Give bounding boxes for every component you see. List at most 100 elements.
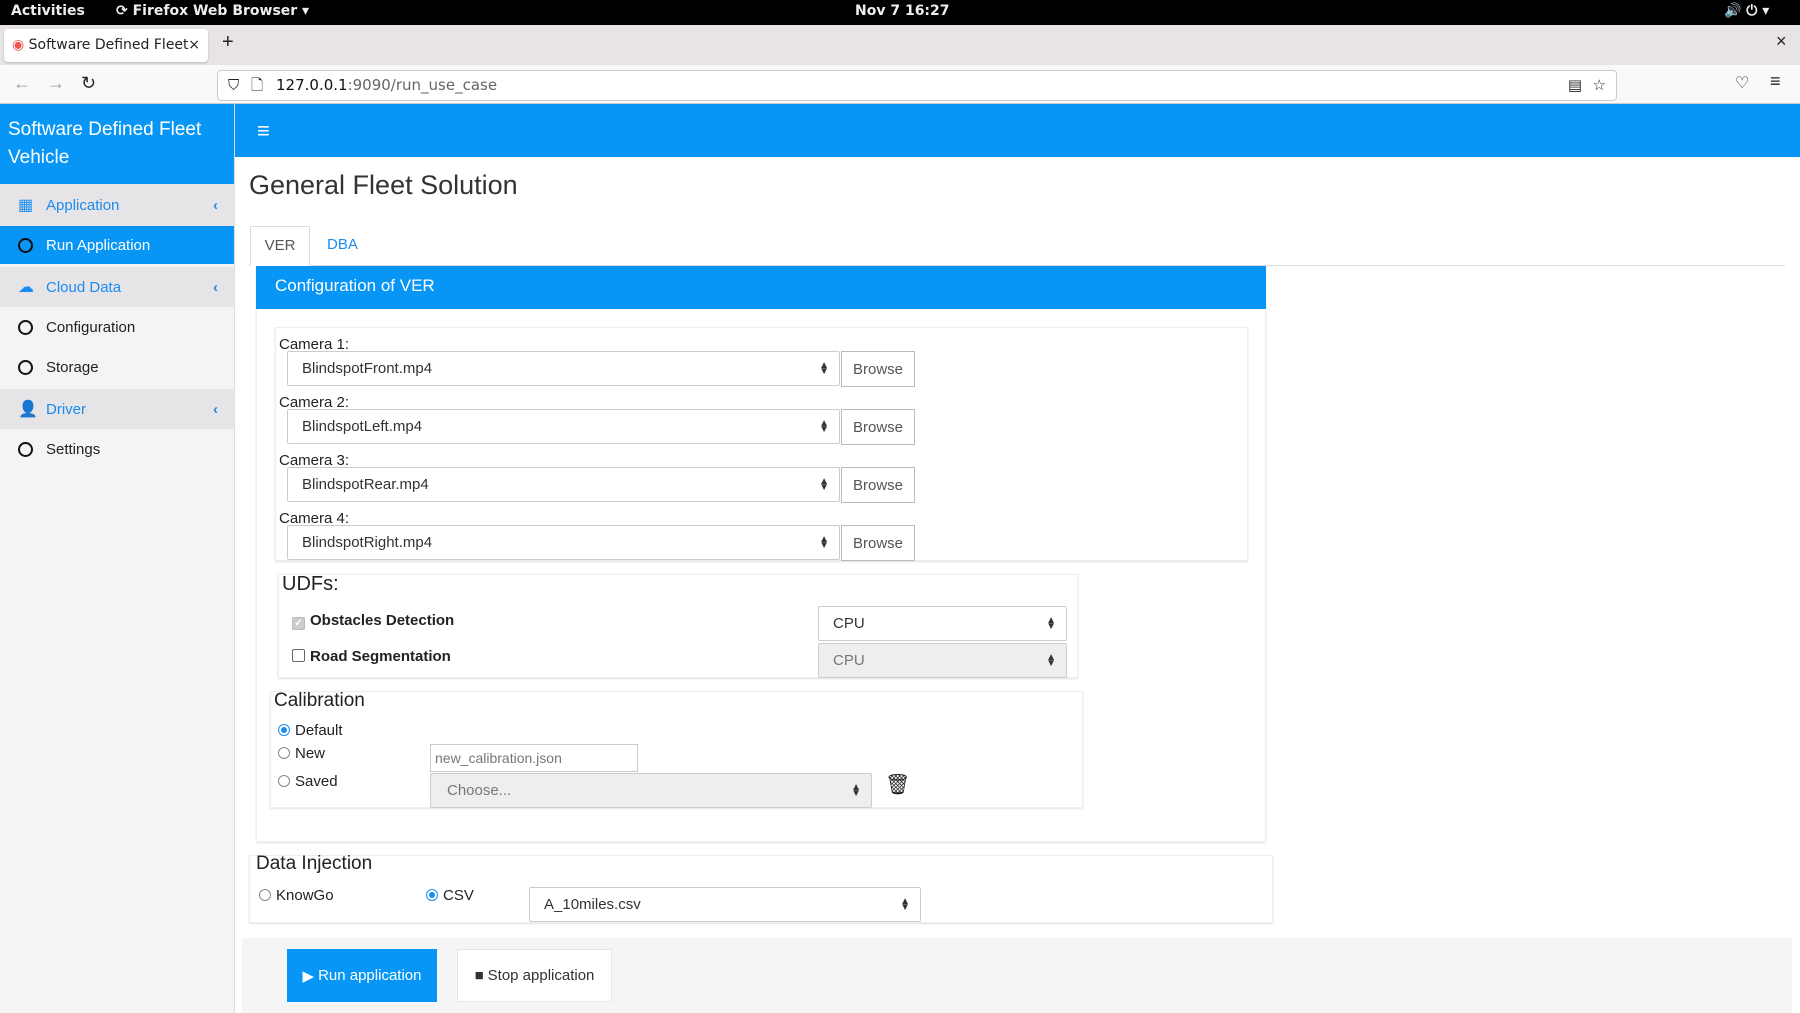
- sidebar-item-storage[interactable]: Storage: [0, 347, 234, 387]
- button-label: Run application: [318, 967, 422, 984]
- card-title: Configuration of VER: [256, 266, 1266, 309]
- udf-obstacles-detection[interactable]: ✓ Obstacles Detection: [292, 612, 454, 630]
- calibration-new-radio[interactable]: New: [278, 745, 325, 762]
- knowgo-radio[interactable]: KnowGo: [259, 887, 334, 904]
- url-path: :9090/run_use_case: [347, 76, 498, 94]
- sidebar-title: Software Defined Fleet Vehicle: [0, 104, 234, 184]
- sidebar: Software Defined Fleet Vehicle ▦ Applicat…: [0, 104, 235, 1013]
- udf-label: Road Segmentation: [310, 648, 451, 665]
- csv-file-select[interactable]: A_10miles.csv ▲ ▼: [529, 887, 921, 922]
- grid-icon: ▦: [18, 197, 34, 214]
- reload-icon[interactable]: ↻: [81, 73, 96, 94]
- tab-ver[interactable]: VER: [250, 226, 310, 266]
- page-icon: 🗋: [251, 76, 264, 94]
- system-tray-icons[interactable]: 🔊 ⏻ ▾: [1724, 3, 1769, 19]
- menu-icon[interactable]: ≡: [1770, 71, 1781, 92]
- select-value: BlindspotRear.mp4: [302, 476, 429, 493]
- os-top-bar: Activities ⟳ Firefox Web Browser ▾ Nov 7…: [0, 0, 1800, 25]
- sidebar-item-cloud-data[interactable]: ☁ Cloud Data ‹: [0, 267, 234, 307]
- app-name: Firefox Web Browser: [132, 3, 298, 19]
- run-application-button[interactable]: ▶ Run application: [287, 949, 437, 1002]
- shield-icon[interactable]: ⛉: [228, 71, 239, 100]
- sidebar-item-label: Storage: [46, 358, 99, 376]
- sidebar-item-settings[interactable]: Settings: [0, 429, 234, 469]
- activities-button[interactable]: Activities: [11, 3, 85, 19]
- calibration-default-radio[interactable]: Default: [278, 722, 343, 739]
- circle-icon: [18, 237, 33, 253]
- sidebar-item-configuration[interactable]: Configuration: [0, 307, 234, 347]
- sidebar-item-label: Cloud Data: [46, 278, 122, 296]
- checkbox-unchecked[interactable]: [292, 649, 305, 662]
- radio-unselected[interactable]: [278, 747, 290, 759]
- udf-road-segmentation[interactable]: Road Segmentation: [292, 648, 451, 665]
- page-title: General Fleet Solution: [249, 170, 518, 200]
- tab-dba[interactable]: DBA: [327, 226, 358, 266]
- url-bar[interactable]: ⛉ 🗋 127.0.0.1:9090/run_use_case ▤ ☆: [217, 70, 1617, 101]
- select-value: BlindspotFront.mp4: [302, 360, 433, 377]
- browse-button[interactable]: Browse: [841, 351, 915, 387]
- data-injection-title: Data Injection: [256, 853, 373, 874]
- bookmark-star-icon[interactable]: ☆: [1593, 71, 1606, 100]
- select-value: BlindspotRight.mp4: [302, 534, 433, 551]
- back-icon[interactable]: ←: [13, 73, 31, 94]
- favicon-icon: ◉: [12, 37, 25, 53]
- radio-unselected[interactable]: [278, 775, 290, 787]
- radio-unselected[interactable]: [259, 889, 271, 901]
- browse-button[interactable]: Browse: [841, 409, 915, 445]
- play-icon: ▶: [302, 967, 315, 985]
- url-host: 127.0.0.1: [276, 76, 348, 94]
- reader-view-icon[interactable]: ▤: [1568, 71, 1582, 100]
- trash-icon[interactable]: 🗑: [885, 772, 910, 797]
- csv-radio[interactable]: CSV: [426, 887, 474, 904]
- app-menu[interactable]: ⟳ Firefox Web Browser ▾: [116, 3, 309, 19]
- cloud-icon: ☁: [18, 279, 34, 296]
- sidebar-item-run-application[interactable]: Run Application: [0, 226, 234, 264]
- forward-icon[interactable]: →: [47, 73, 65, 94]
- browse-button[interactable]: Browse: [841, 467, 915, 503]
- new-tab-icon[interactable]: +: [222, 31, 234, 54]
- stop-application-button[interactable]: ■ Stop application: [457, 949, 612, 1002]
- select-arrows-icon: ▲ ▼: [1046, 651, 1056, 669]
- sidebar-item-label: Run Application: [46, 236, 151, 254]
- select-arrows-icon: ▲ ▼: [819, 417, 829, 435]
- udf-label: Obstacles Detection: [310, 612, 455, 629]
- camera-file-select[interactable]: BlindspotLeft.mp4 ▲ ▼: [287, 409, 840, 444]
- clock[interactable]: Nov 7 16:27: [855, 3, 950, 19]
- radio-selected[interactable]: [278, 724, 290, 736]
- camera-file-select[interactable]: BlindspotRight.mp4 ▲ ▼: [287, 525, 840, 560]
- calibration-title: Calibration: [274, 690, 365, 711]
- sidebar-item-label: Configuration: [46, 318, 136, 336]
- tab-title: Software Defined Fleet: [28, 37, 189, 53]
- close-window-icon[interactable]: ×: [1776, 31, 1787, 52]
- sidebar-item-label: Driver: [46, 400, 86, 418]
- pocket-icon[interactable]: ♡: [1735, 73, 1749, 93]
- radio-label: New: [295, 745, 326, 762]
- browse-button[interactable]: Browse: [841, 525, 915, 561]
- circle-icon: [18, 441, 33, 457]
- browser-tab[interactable]: ◉ Software Defined Fleet ×: [4, 29, 208, 62]
- sidebar-item-label: Application: [46, 196, 120, 214]
- camera-file-select[interactable]: BlindspotRear.mp4 ▲ ▼: [287, 467, 840, 502]
- circle-icon: [18, 359, 33, 375]
- select-arrows-icon: ▲ ▼: [1046, 614, 1056, 632]
- calibration-saved-radio[interactable]: Saved: [278, 773, 338, 790]
- radio-selected[interactable]: [426, 889, 438, 901]
- select-arrows-icon: ▲ ▼: [819, 359, 829, 377]
- sidebar-item-driver[interactable]: 👤 Driver ‹: [0, 389, 234, 429]
- radio-label: Saved: [295, 773, 338, 790]
- sidebar-item-application[interactable]: ▦ Application ‹: [0, 184, 234, 226]
- select-value: CPU: [833, 615, 865, 632]
- hamburger-menu-icon[interactable]: ≡: [257, 118, 270, 143]
- checkbox-checked[interactable]: ✓: [292, 617, 305, 630]
- browser-tab-bar: ◉ Software Defined Fleet × + ×: [0, 25, 1800, 65]
- chevron-left-icon: ‹: [213, 278, 218, 296]
- button-label: Stop application: [487, 967, 595, 984]
- radio-label: KnowGo: [276, 887, 334, 904]
- obstacles-device-select[interactable]: CPU ▲ ▼: [818, 606, 1067, 641]
- udfs-title: UDFs:: [282, 573, 339, 595]
- select-value: CPU: [833, 652, 865, 669]
- close-tab-icon[interactable]: ×: [188, 29, 200, 62]
- camera-file-select[interactable]: BlindspotFront.mp4 ▲ ▼: [287, 351, 840, 386]
- chevron-left-icon: ‹: [213, 196, 218, 214]
- new-calibration-input[interactable]: new_calibration.json: [430, 744, 638, 772]
